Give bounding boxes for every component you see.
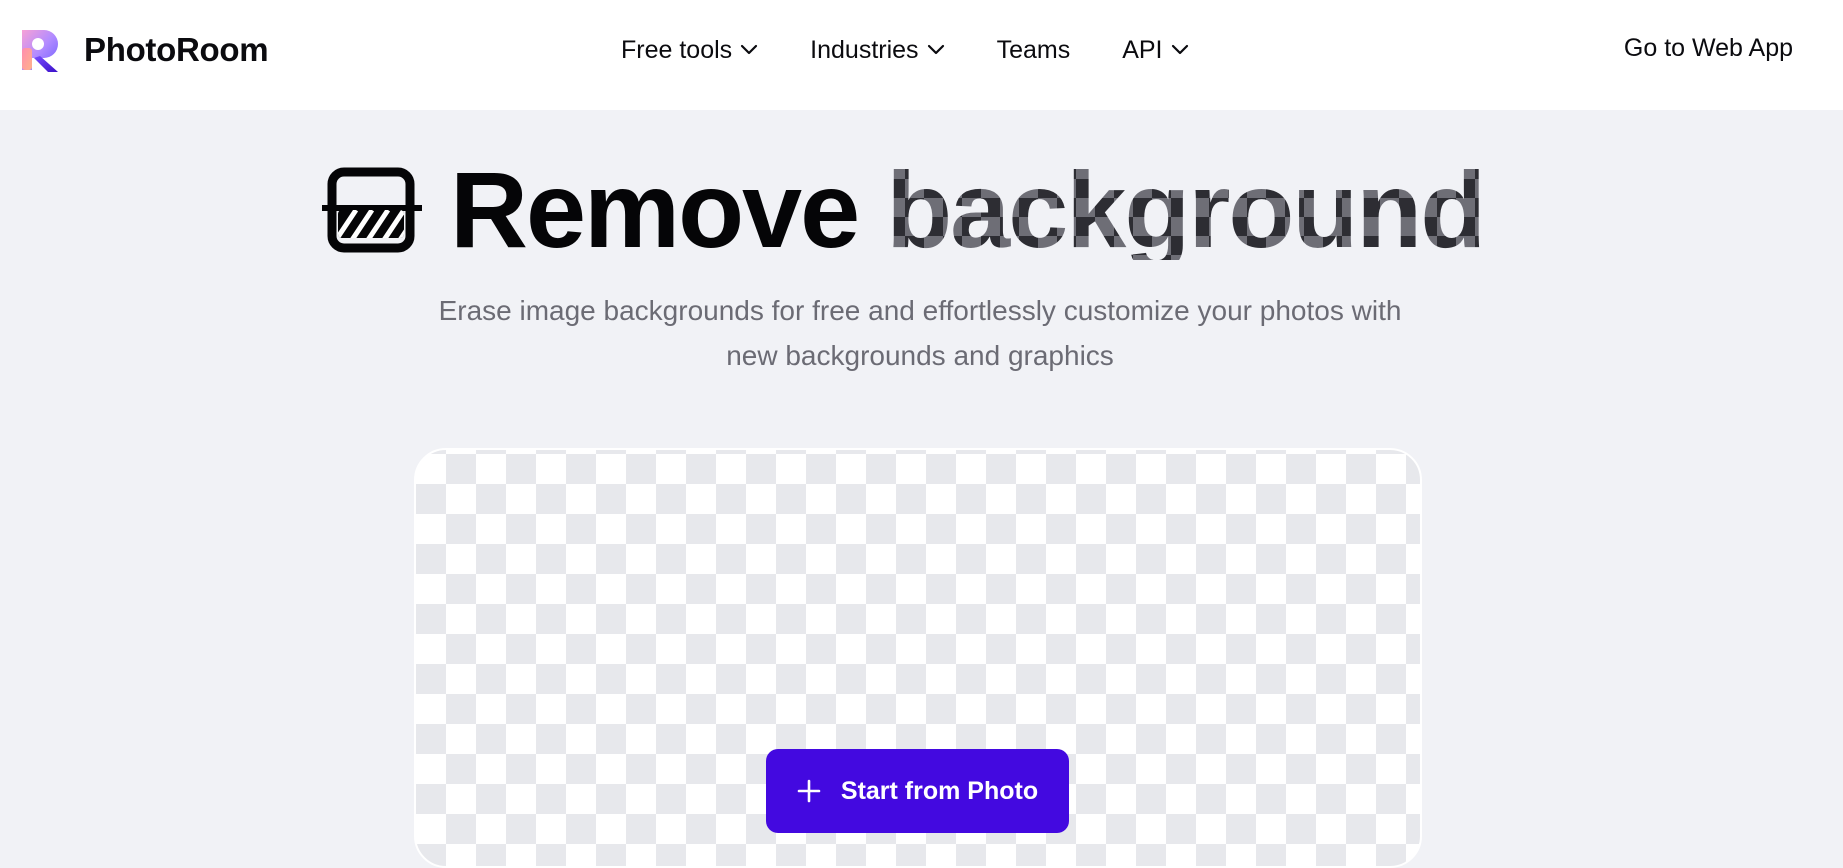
nav-industries[interactable]: Industries: [810, 36, 944, 65]
top-navigation-bar: PhotoRoom Free tools Industries Teams AP…: [0, 0, 1843, 110]
nav-api-label: API: [1122, 35, 1163, 64]
chevron-down-icon: [927, 44, 944, 55]
brand-name: PhotoRoom: [84, 31, 269, 68]
chevron-down-icon: [1171, 44, 1188, 55]
nav-industries-label: Industries: [810, 35, 919, 64]
brand-home-link[interactable]: PhotoRoom: [18, 26, 269, 74]
nav-free-tools[interactable]: Free tools: [621, 36, 758, 65]
subtitle-line-1: Erase image backgrounds for free and eff…: [438, 295, 1402, 326]
go-to-web-app-link[interactable]: Go to Web App: [1624, 34, 1793, 63]
nav-free-tools-label: Free tools: [621, 35, 733, 64]
plus-icon: [797, 779, 821, 803]
title-word-remove: Remove: [450, 149, 860, 270]
start-from-photo-button[interactable]: Start from Photo: [766, 749, 1069, 833]
page-subtitle: Erase image backgrounds for free and eff…: [340, 288, 1500, 378]
nav-teams-label: Teams: [996, 35, 1071, 64]
remove-background-icon: [322, 167, 422, 253]
page-title: Remove background: [322, 149, 1486, 270]
chevron-down-icon: [741, 44, 758, 55]
title-word-background: background: [886, 149, 1486, 270]
start-from-photo-label: Start from Photo: [840, 776, 1039, 805]
photoroom-logo-icon: [22, 30, 58, 72]
nav-api[interactable]: API: [1122, 36, 1188, 65]
subtitle-line-2: new backgrounds and graphics: [726, 340, 1114, 371]
main-nav: Free tools Industries Teams API: [621, 30, 1189, 70]
nav-teams[interactable]: Teams: [997, 36, 1071, 65]
